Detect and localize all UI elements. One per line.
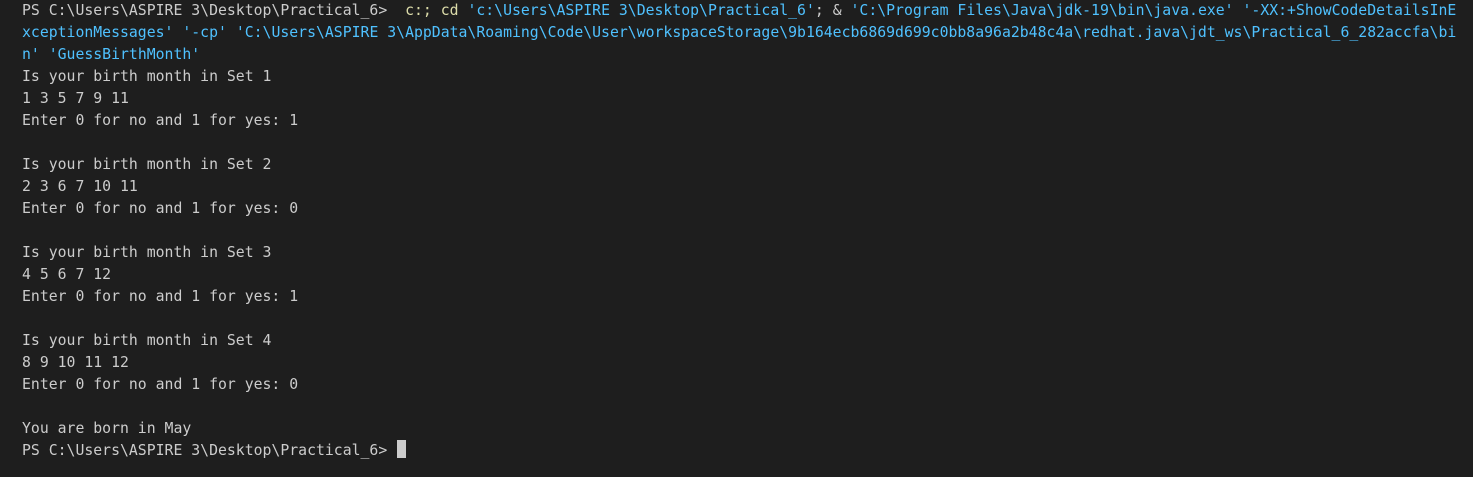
output-result: You are born in May — [22, 420, 192, 437]
final-prompt-text: PS C:\Users\ASPIRE 3\Desktop\Practical_6… — [22, 442, 397, 459]
cmd-cp-flag: '-cp' — [173, 24, 236, 41]
output-blank-line — [22, 308, 1473, 330]
output-set4-numbers: 8 9 10 11 12 — [22, 354, 129, 371]
final-prompt-line[interactable]: PS C:\Users\ASPIRE 3\Desktop\Practical_6… — [22, 440, 1473, 462]
output-set3-prompt: Enter 0 for no and 1 for yes: 1 — [22, 288, 299, 305]
output-set3-question: Is your birth month in Set 3 — [22, 244, 272, 261]
cmd-separator: ; & — [814, 2, 851, 19]
output-set1-prompt: Enter 0 for no and 1 for yes: 1 — [22, 112, 299, 129]
prompt-text: PS C:\Users\ASPIRE 3\Desktop\Practical_6… — [22, 2, 397, 19]
output-set1-question: Is your birth month in Set 1 — [22, 68, 272, 85]
output-set3-numbers: 4 5 6 7 12 — [22, 266, 112, 283]
command-line-2: xceptionMessages' '-cp' 'C:\Users\ASPIRE… — [22, 22, 1473, 44]
cmd-xx-flag-part1: '-XX:+ShowCodeDetailsInE — [1233, 2, 1457, 19]
output-blank-line — [22, 220, 1473, 242]
terminal-panel[interactable]: PS C:\Users\ASPIRE 3\Desktop\Practical_6… — [0, 0, 1473, 477]
cmd-cd-path: 'c:\Users\ASPIRE 3\Desktop\Practical_6' — [458, 2, 815, 19]
output-set4-question: Is your birth month in Set 4 — [22, 332, 272, 349]
output-set2-prompt: Enter 0 for no and 1 for yes: 0 — [22, 200, 299, 217]
command-line-1: PS C:\Users\ASPIRE 3\Desktop\Practical_6… — [22, 0, 1473, 22]
output-set4-prompt: Enter 0 for no and 1 for yes: 0 — [22, 376, 299, 393]
cmd-c-colon: c:; — [396, 2, 441, 19]
command-line-3: n' 'GuessBirthMonth' — [22, 44, 1473, 66]
text-cursor — [397, 440, 407, 458]
cmd-main-class: 'GuessBirthMonth' — [39, 46, 201, 63]
output-blank-line — [22, 132, 1473, 154]
cmd-cp-path-part2: n' — [22, 46, 40, 63]
cmd-cd: cd — [440, 2, 459, 19]
output-blank-line — [22, 396, 1473, 418]
cmd-cp-path-part1: 'C:\Users\ASPIRE 3\AppData\Roaming\Code\… — [235, 24, 1457, 41]
output-set1-numbers: 1 3 5 7 9 11 — [22, 90, 129, 107]
output-set2-numbers: 2 3 6 7 10 11 — [22, 178, 138, 195]
cmd-java-exe: 'C:\Program Files\Java\jdk-19\bin\java.e… — [850, 2, 1234, 19]
cmd-xx-flag-part2: xceptionMessages' — [22, 24, 174, 41]
output-set2-question: Is your birth month in Set 2 — [22, 156, 272, 173]
